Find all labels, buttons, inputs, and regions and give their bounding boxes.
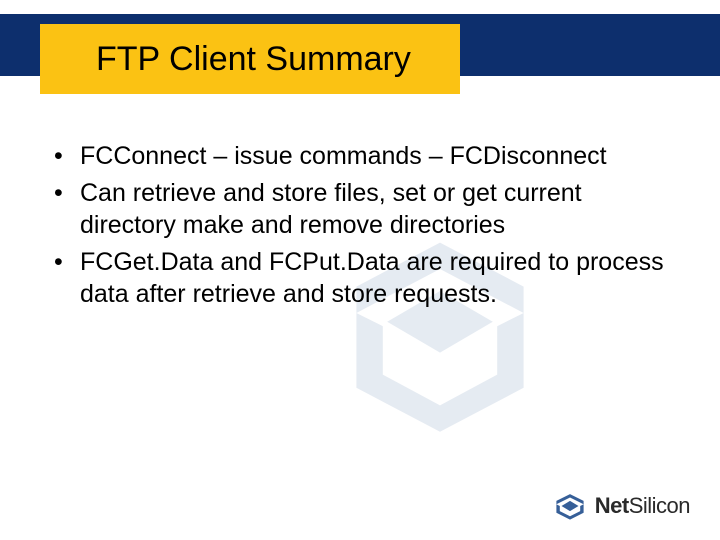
list-item: Can retrieve and store files, set or get…	[48, 177, 668, 242]
list-item: FCGet.Data and FCPut.Data are required t…	[48, 246, 668, 311]
brand-mark-icon	[553, 492, 587, 520]
brand-light: Silicon	[629, 493, 690, 518]
brand-bold: Net	[595, 493, 629, 518]
footer-logo: NetSilicon	[553, 492, 690, 520]
list-item: FCConnect – issue commands – FCDisconnec…	[48, 140, 668, 173]
brand-name: NetSilicon	[595, 493, 690, 519]
bullet-list: FCConnect – issue commands – FCDisconnec…	[48, 140, 668, 311]
body-content: FCConnect – issue commands – FCDisconnec…	[48, 140, 668, 315]
title-plate: FTP Client Summary	[40, 24, 460, 94]
slide: FTP Client Summary FCConnect – issue com…	[0, 0, 720, 540]
slide-title: FTP Client Summary	[96, 40, 411, 79]
